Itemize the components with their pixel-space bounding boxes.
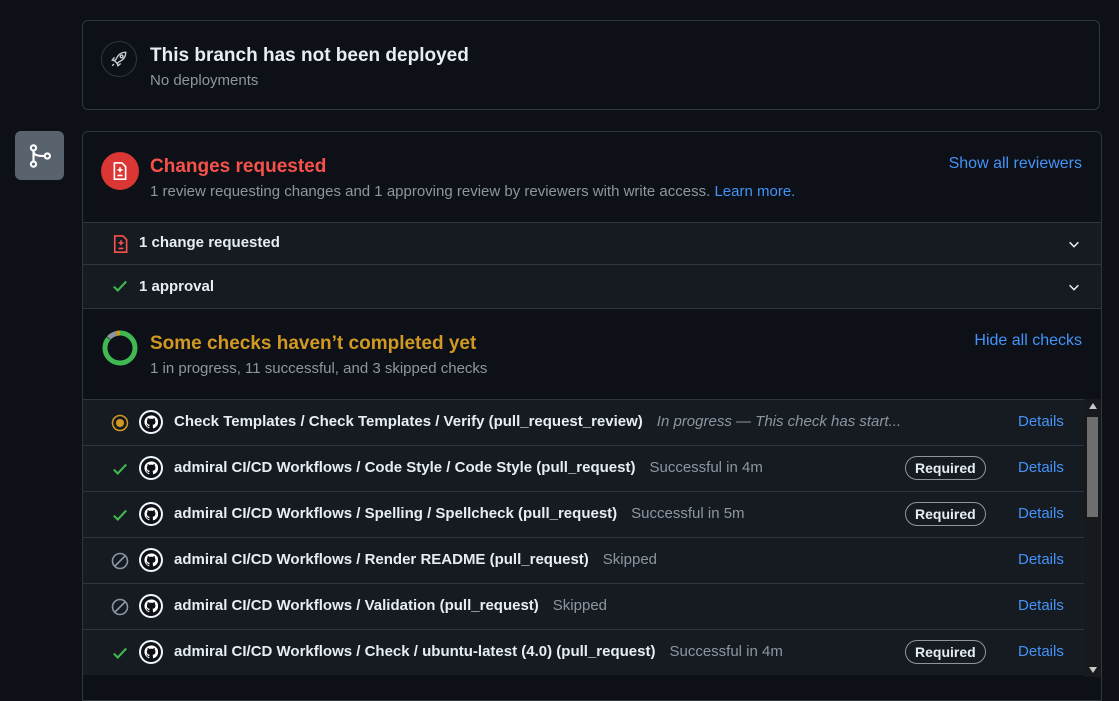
details-link[interactable]: Details bbox=[1018, 413, 1064, 430]
rocket-icon bbox=[101, 41, 137, 77]
check-name: admiral CI/CD Workflows / Check / ubuntu… bbox=[174, 643, 783, 660]
skipped-icon bbox=[111, 598, 129, 616]
check-status: Successful in 5m bbox=[631, 505, 745, 522]
checks-progress-donut-icon bbox=[102, 330, 138, 366]
file-diff-icon bbox=[111, 234, 131, 259]
check-status: Skipped bbox=[602, 551, 658, 568]
check-name: Check Templates / Check Templates / Veri… bbox=[174, 413, 901, 430]
check-list-scrollbar[interactable] bbox=[1084, 399, 1101, 677]
check-name: admiral CI/CD Workflows / Render README … bbox=[174, 551, 657, 568]
chevron-down-icon[interactable] bbox=[1067, 237, 1081, 256]
checks-status-title: Some checks haven’t completed yet bbox=[150, 333, 477, 354]
in-progress-icon bbox=[111, 414, 129, 432]
check-row: admiral CI/CD Workflows / Render README … bbox=[83, 537, 1084, 583]
required-badge: Required bbox=[905, 502, 986, 526]
approvals-row[interactable]: 1 approval bbox=[83, 264, 1101, 308]
check-title: admiral CI/CD Workflows / Code Style / C… bbox=[174, 459, 636, 476]
check-title: admiral CI/CD Workflows / Render README … bbox=[174, 551, 589, 568]
check-name: admiral CI/CD Workflows / Spelling / Spe… bbox=[174, 505, 745, 522]
github-icon bbox=[139, 502, 163, 526]
review-status-title: Changes requested bbox=[150, 156, 327, 177]
check-list[interactable]: Check Templates / Check Templates / Veri… bbox=[83, 399, 1084, 689]
check-row: admiral CI/CD Workflows / Spelling / Spe… bbox=[83, 491, 1084, 537]
changes-requested-label: 1 change requested bbox=[139, 234, 280, 251]
deployment-subtitle: No deployments bbox=[150, 72, 259, 89]
github-icon bbox=[139, 548, 163, 572]
checks-header: Some checks haven’t completed yet 1 in p… bbox=[83, 308, 1101, 400]
merge-status-panel: Changes requested 1 review requesting ch… bbox=[82, 131, 1102, 701]
check-name: admiral CI/CD Workflows / Code Style / C… bbox=[174, 459, 763, 476]
check-name: admiral CI/CD Workflows / Validation (pu… bbox=[174, 597, 607, 614]
details-link[interactable]: Details bbox=[1018, 505, 1064, 522]
check-status: Successful in 4m bbox=[669, 643, 783, 660]
details-link[interactable]: Details bbox=[1018, 597, 1064, 614]
file-diff-icon bbox=[101, 152, 139, 190]
check-status: In progress — This check has start... bbox=[656, 413, 902, 430]
deployment-panel: This branch has not been deployed No dep… bbox=[82, 20, 1100, 110]
review-summary-text: 1 review requesting changes and 1 approv… bbox=[150, 183, 711, 200]
check-title: Check Templates / Check Templates / Veri… bbox=[174, 413, 643, 430]
details-link[interactable]: Details bbox=[1018, 459, 1064, 476]
scroll-down-arrow-icon[interactable] bbox=[1084, 663, 1101, 677]
check-icon bbox=[111, 506, 129, 524]
required-badge: Required bbox=[905, 640, 986, 664]
learn-more-link[interactable]: Learn more. bbox=[714, 183, 795, 200]
required-badge: Required bbox=[905, 456, 986, 480]
check-status: Skipped bbox=[552, 597, 608, 614]
checks-status-subtitle: 1 in progress, 11 successful, and 3 skip… bbox=[150, 360, 488, 377]
review-status-subtitle: 1 review requesting changes and 1 approv… bbox=[150, 183, 795, 200]
details-link[interactable]: Details bbox=[1018, 643, 1064, 660]
check-title: admiral CI/CD Workflows / Check / ubuntu… bbox=[174, 643, 656, 660]
check-icon bbox=[111, 644, 129, 662]
github-icon bbox=[139, 456, 163, 480]
check-title: admiral CI/CD Workflows / Validation (pu… bbox=[174, 597, 539, 614]
scrollbar-thumb[interactable] bbox=[1087, 417, 1098, 517]
changes-requested-row[interactable]: 1 change requested bbox=[83, 222, 1101, 264]
approvals-label: 1 approval bbox=[139, 278, 215, 295]
skipped-icon bbox=[111, 552, 129, 570]
git-merge-icon bbox=[15, 131, 64, 180]
check-row: Check Templates / Check Templates / Veri… bbox=[83, 399, 1084, 445]
check-status: Successful in 4m bbox=[649, 459, 763, 476]
show-all-reviewers-link[interactable]: Show all reviewers bbox=[949, 155, 1082, 173]
github-icon bbox=[139, 410, 163, 434]
check-row: admiral CI/CD Workflows / Check / ubuntu… bbox=[83, 629, 1084, 675]
deployment-title: This branch has not been deployed bbox=[150, 45, 469, 66]
check-row: admiral CI/CD Workflows / Code Style / C… bbox=[83, 445, 1084, 491]
github-icon bbox=[139, 640, 163, 664]
chevron-down-icon[interactable] bbox=[1067, 280, 1081, 299]
check-title: admiral CI/CD Workflows / Spelling / Spe… bbox=[174, 505, 618, 522]
github-icon bbox=[139, 594, 163, 618]
check-icon bbox=[111, 277, 129, 300]
check-row: admiral CI/CD Workflows / Validation (pu… bbox=[83, 583, 1084, 629]
review-header: Changes requested 1 review requesting ch… bbox=[83, 132, 1101, 222]
scroll-up-arrow-icon[interactable] bbox=[1084, 399, 1101, 413]
details-link[interactable]: Details bbox=[1018, 551, 1064, 568]
hide-all-checks-link[interactable]: Hide all checks bbox=[974, 332, 1082, 350]
check-icon bbox=[111, 460, 129, 478]
